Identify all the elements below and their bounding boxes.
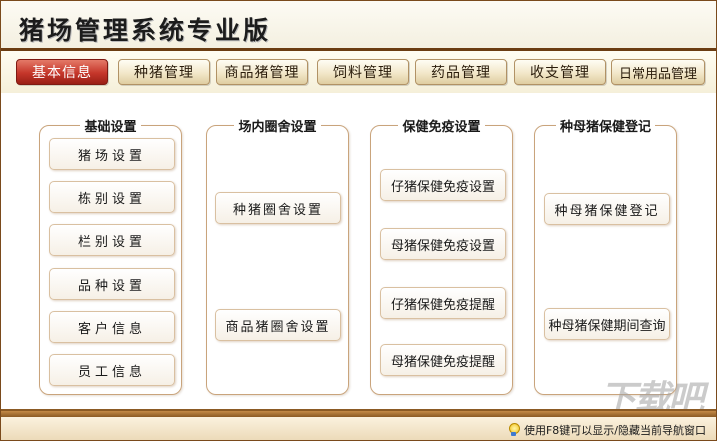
group-title: 场内圈舍设置 [234, 120, 321, 135]
group-basic-settings: 基础设置 猪场设置 栋别设置 栏别设置 品种设置 客户信息 员工信息 [39, 120, 182, 395]
group-sow-health-record: 种母猪保健登记 种母猪保健登记 种母猪保健期间查询 [534, 120, 677, 395]
lightbulb-icon [508, 423, 520, 437]
breeding-pig-pen-button[interactable]: 种猪圈舍设置 [215, 192, 341, 224]
sow-health-period-query-button[interactable]: 种母猪保健期间查询 [544, 308, 670, 340]
tab-finance[interactable]: 收支管理 [514, 59, 606, 85]
customer-info-button[interactable]: 客户信息 [49, 311, 175, 343]
group-title: 种母猪保健登记 [555, 120, 655, 135]
farm-settings-button[interactable]: 猪场设置 [49, 138, 175, 170]
status-bar-stripe [1, 411, 716, 417]
tab-basic-info[interactable]: 基本信息 [16, 59, 108, 85]
group-immunization-settings: 保健免疫设置 仔猪保健免疫设置 母猪保健免疫设置 仔猪保健免疫提醒 母猪保健免疫… [370, 120, 513, 395]
piglet-immunization-setup-button[interactable]: 仔猪保健免疫设置 [380, 169, 506, 201]
tab-medicine[interactable]: 药品管理 [415, 59, 507, 85]
app-window: 猪场管理系统专业版 基本信息 种猪管理 商品猪管理 饲料管理 药品管理 收支管理… [0, 0, 717, 441]
tab-breeding-pig[interactable]: 种猪管理 [118, 59, 210, 85]
breed-settings-button[interactable]: 品种设置 [49, 268, 175, 300]
app-title: 猪场管理系统专业版 [19, 16, 272, 45]
piglet-immunization-reminder-button[interactable]: 仔猪保健免疫提醒 [380, 287, 506, 319]
status-hint-text: 使用F8键可以显示/隐藏当前导航窗口 [523, 424, 706, 437]
sow-health-register-button[interactable]: 种母猪保健登记 [544, 193, 670, 225]
tab-daily-supplies[interactable]: 日常用品管理 [611, 59, 705, 85]
status-hint: 使用F8键可以显示/隐藏当前导航窗口 [508, 422, 706, 438]
group-title: 保健免疫设置 [398, 120, 485, 135]
group-title: 基础设置 [80, 120, 141, 135]
group-pen-settings: 场内圈舍设置 种猪圈舍设置 商品猪圈舍设置 [206, 120, 349, 395]
status-bar: 使用F8键可以显示/隐藏当前导航窗口 [1, 409, 716, 440]
employee-info-button[interactable]: 员工信息 [49, 354, 175, 386]
header: 猪场管理系统专业版 [1, 1, 716, 51]
market-pig-pen-button[interactable]: 商品猪圈舍设置 [215, 309, 341, 341]
sow-immunization-reminder-button[interactable]: 母猪保健免疫提醒 [380, 344, 506, 376]
main-panel: 基础设置 猪场设置 栋别设置 栏别设置 品种设置 客户信息 员工信息 场内圈舍设… [1, 94, 716, 420]
tab-market-pig[interactable]: 商品猪管理 [216, 59, 308, 85]
building-settings-button[interactable]: 栋别设置 [49, 181, 175, 213]
nav-bar: 基本信息 种猪管理 商品猪管理 饲料管理 药品管理 收支管理 日常用品管理 [1, 51, 716, 144]
sow-immunization-setup-button[interactable]: 母猪保健免疫设置 [380, 228, 506, 260]
pen-settings-button[interactable]: 栏别设置 [49, 224, 175, 256]
tab-feed[interactable]: 饲料管理 [317, 59, 409, 85]
